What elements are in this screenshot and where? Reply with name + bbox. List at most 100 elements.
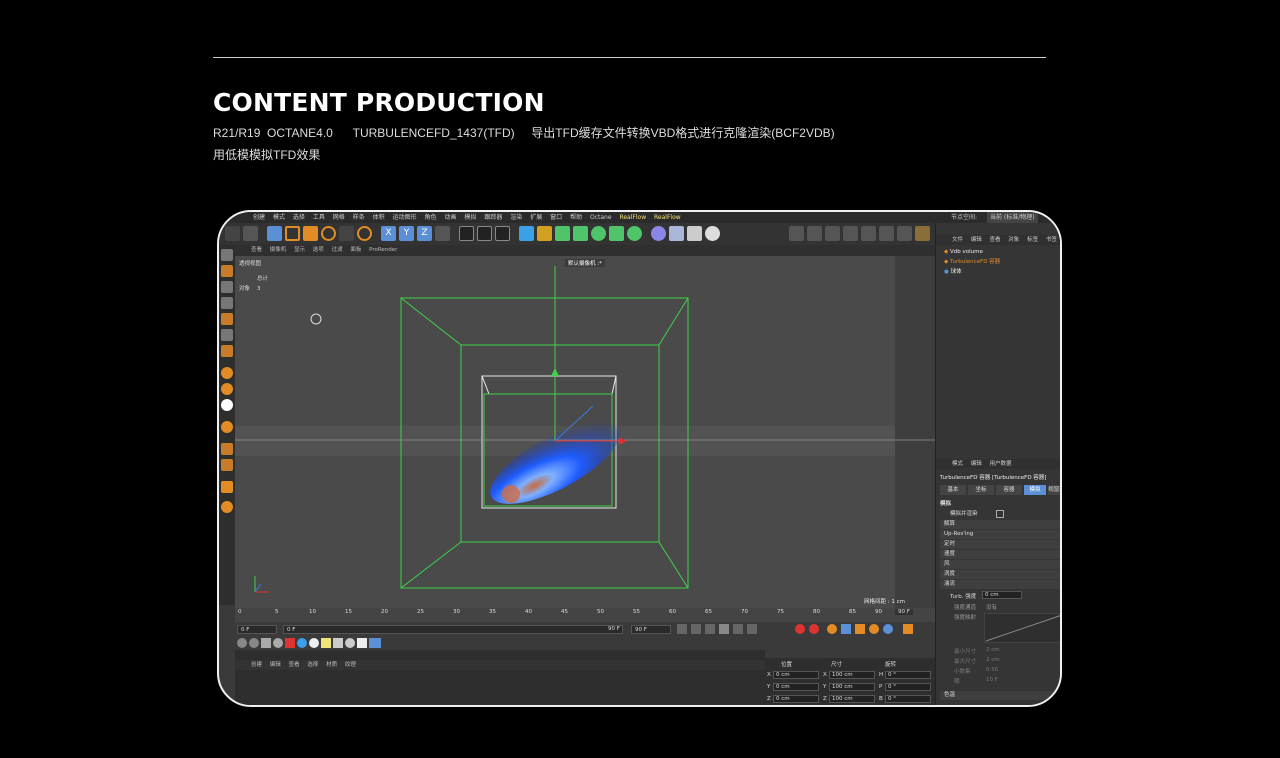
cube-icon[interactable] [519, 226, 534, 241]
y-axis-icon[interactable]: Y [399, 226, 414, 241]
menu-item[interactable]: 角色 [425, 212, 437, 223]
strength-map-curve[interactable] [984, 613, 1062, 643]
timeline-ruler[interactable]: 0 5 10 15 20 25 30 35 40 45 50 55 60 65 … [235, 608, 935, 622]
viewport-menu-item[interactable]: 面板 [350, 247, 361, 253]
material-menu-item[interactable]: 材质 [326, 662, 337, 668]
object-menu-item[interactable]: 标签 [1027, 237, 1038, 243]
object-menu-item[interactable]: 查看 [990, 237, 1001, 243]
menu-item[interactable]: 体积 [373, 212, 385, 223]
workplane-icon[interactable] [807, 226, 822, 241]
shading-icon[interactable] [345, 638, 355, 648]
group-wind[interactable]: 风 [940, 560, 1060, 569]
go-to-start-icon[interactable] [677, 624, 687, 634]
layers-icon[interactable] [221, 459, 233, 471]
pen-icon[interactable] [537, 226, 552, 241]
menu-item-realflow[interactable]: RealFlow [619, 212, 646, 223]
tab-simulation[interactable]: 模拟 [1024, 485, 1046, 495]
snap-s-icon[interactable] [221, 383, 233, 395]
object-menu-item[interactable]: 文件 [952, 237, 963, 243]
grid-icon[interactable] [221, 443, 233, 455]
node-space-select[interactable]: 当前 (标准/物理) [987, 212, 1038, 223]
rot-b-field[interactable]: 0 ° [885, 695, 931, 703]
shading-icon[interactable] [261, 638, 271, 648]
menu-item[interactable]: 动画 [444, 212, 456, 223]
max-size-value[interactable]: 2 cm [986, 657, 1000, 663]
field-icon[interactable] [609, 226, 624, 241]
material-menu-item[interactable]: 查看 [289, 662, 300, 668]
coord-system-icon[interactable] [435, 226, 450, 241]
menu-item[interactable]: 模拟 [464, 212, 476, 223]
menu-item[interactable]: 跟踪器 [484, 212, 502, 223]
autokey-icon[interactable] [809, 624, 819, 634]
z-axis-icon[interactable]: Z [417, 226, 432, 241]
shading-icon[interactable] [369, 638, 381, 648]
axis-lock-icon[interactable] [825, 226, 840, 241]
tool-icon[interactable] [843, 226, 858, 241]
cloner-icon[interactable] [573, 226, 588, 241]
object-mode-icon[interactable] [221, 297, 233, 309]
group-solver[interactable]: 解算 [940, 520, 1060, 529]
menu-item[interactable]: 帮助 [570, 212, 582, 223]
material-menu-item[interactable]: 创建 [251, 662, 262, 668]
undo-icon[interactable] [225, 226, 240, 241]
shading-icon[interactable] [309, 638, 319, 648]
key-pla-icon[interactable] [883, 624, 893, 634]
menu-item[interactable]: Octane [590, 212, 612, 223]
shading-icon[interactable] [357, 638, 367, 648]
viewport-menu-item[interactable]: 查看 [251, 247, 262, 253]
shading-icon[interactable] [333, 638, 343, 648]
shading-icon[interactable] [285, 638, 295, 648]
move-tool-icon[interactable] [285, 226, 300, 241]
record-icon[interactable] [795, 624, 805, 634]
shading-icon[interactable] [249, 638, 259, 648]
render-settings-icon[interactable] [495, 226, 510, 241]
environment-icon[interactable] [651, 226, 666, 241]
shading-icon[interactable] [237, 638, 247, 648]
key-rotation-icon[interactable] [841, 624, 851, 634]
menu-item[interactable]: 工具 [313, 212, 325, 223]
shading-icon[interactable] [273, 638, 283, 648]
object-menu-item[interactable]: 编辑 [971, 237, 982, 243]
size-z-field[interactable]: 100 cm [829, 695, 875, 703]
floor-icon[interactable] [669, 226, 684, 241]
viewport-menu-item[interactable]: 摄像机 [270, 247, 287, 253]
perspective-viewport[interactable]: 透视视图 总计 对象 3 默认摄像机 :* 网格间距 : 1 cm [235, 256, 935, 608]
tool-icon[interactable] [861, 226, 876, 241]
snap-icon[interactable] [789, 226, 804, 241]
x-axis-icon[interactable]: X [381, 226, 396, 241]
menu-item[interactable]: 渲染 [510, 212, 522, 223]
object-menu-item[interactable]: 对象 [1008, 237, 1019, 243]
tab-container[interactable]: 容器 [996, 485, 1022, 495]
menu-item-realflow[interactable]: RealFlow [654, 212, 681, 223]
tool-icon[interactable] [897, 226, 912, 241]
menu-item[interactable]: 扩展 [530, 212, 542, 223]
live-select-icon[interactable] [357, 226, 372, 241]
group-timing[interactable]: 定时 [940, 540, 1060, 549]
rot-p-field[interactable]: 0 ° [885, 683, 931, 691]
object-row[interactable]: ◆ TurbulenceFD 容器 [936, 257, 1060, 267]
preview-range-start[interactable]: 0 F [283, 625, 623, 634]
pos-z-field[interactable]: 0 cm [773, 695, 819, 703]
render-view-icon[interactable] [459, 226, 474, 241]
material-menu-item[interactable]: 纹理 [345, 662, 356, 668]
menu-item[interactable]: 运动图形 [393, 212, 417, 223]
rot-h-field[interactable]: 0 ° [885, 671, 931, 679]
strength-channel-value[interactable]: 没有 [986, 603, 997, 611]
camera-icon[interactable] [687, 226, 702, 241]
menu-item[interactable]: 选择 [293, 212, 305, 223]
decimal-value[interactable]: 0.56 [986, 667, 998, 673]
polygons-mode-icon[interactable] [221, 345, 233, 357]
group-vorticity[interactable]: 涡度 [940, 570, 1060, 579]
menu-item[interactable]: 创建 [253, 212, 265, 223]
group-color-temp[interactable]: 色温 [940, 691, 1060, 700]
preview-range-end[interactable]: 90 F [605, 625, 629, 634]
solo-icon[interactable] [221, 421, 233, 433]
tab-basic[interactable]: 基本 [940, 485, 966, 495]
viewport-menu-item[interactable]: 过滤 [332, 247, 343, 253]
prev-frame-icon[interactable] [705, 624, 715, 634]
shading-icon[interactable] [321, 638, 331, 648]
menu-item[interactable]: 窗口 [550, 212, 562, 223]
menu-item[interactable]: 样条 [353, 212, 365, 223]
menu-item[interactable]: 网格 [333, 212, 345, 223]
camera-selector[interactable]: 默认摄像机 :* [565, 259, 605, 267]
